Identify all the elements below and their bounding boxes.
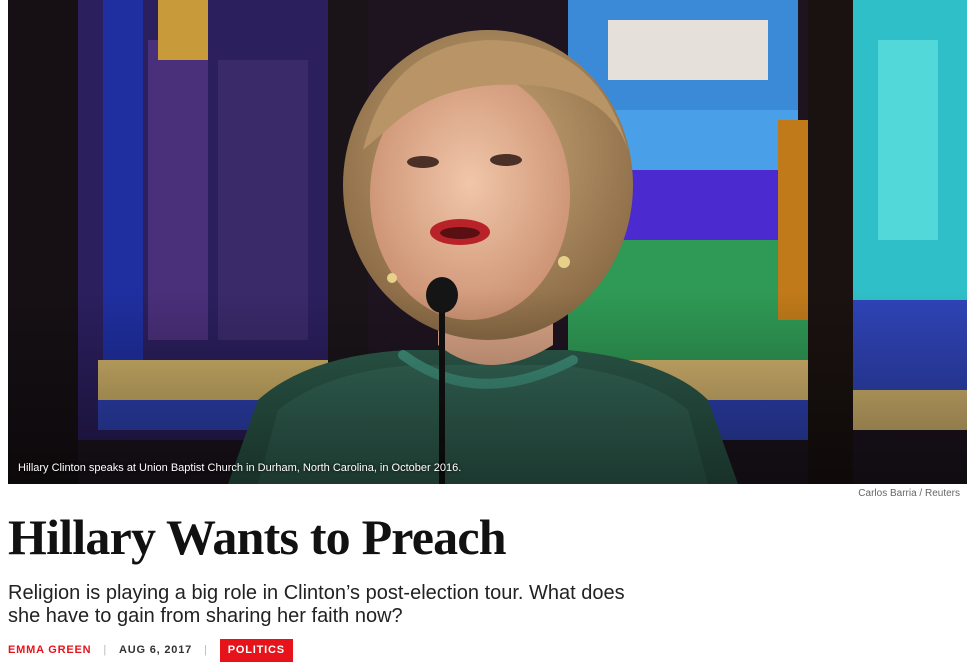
author-link[interactable]: EMMA GREEN [8,644,91,656]
byline-separator: | [204,644,208,656]
article-dek: Religion is playing a big role in Clinto… [8,582,625,627]
byline: EMMA GREEN | AUG 6, 2017 | POLITICS [8,638,293,662]
hero-image: Hillary Clinton speaks at Union Baptist … [8,0,967,484]
photo-credit: Carlos Barria / Reuters [858,488,960,499]
article-headline: Hillary Wants to Preach [8,509,507,565]
section-tag-politics[interactable]: POLITICS [219,638,293,662]
byline-separator: | [103,644,108,656]
publish-date: AUG 6, 2017 [119,644,193,656]
hero-photo [8,0,967,484]
photo-caption: Hillary Clinton speaks at Union Baptist … [18,462,462,474]
